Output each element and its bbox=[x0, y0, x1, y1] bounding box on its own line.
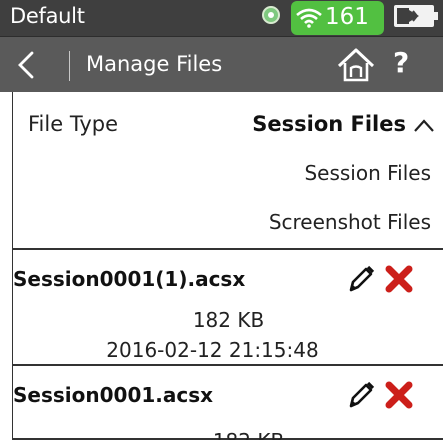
wifi-count: 161 bbox=[325, 4, 369, 30]
file-type-option-session[interactable]: Session Files bbox=[304, 161, 431, 185]
link-status-icon bbox=[262, 6, 280, 24]
file-date: 2016-02-12 21:15:48 bbox=[106, 338, 319, 362]
pencil-icon[interactable] bbox=[346, 380, 376, 410]
file-type-option-screenshot[interactable]: Screenshot Files bbox=[269, 210, 431, 234]
wifi-icon bbox=[296, 8, 322, 28]
file-type-select[interactable]: Session Files bbox=[252, 112, 406, 136]
nav-divider bbox=[69, 51, 70, 81]
home-icon[interactable] bbox=[336, 46, 376, 84]
page-title: Manage Files bbox=[86, 52, 223, 76]
file-type-label: File Type bbox=[28, 112, 119, 136]
battery-icon bbox=[394, 5, 438, 27]
help-button[interactable]: ? bbox=[393, 46, 409, 79]
file-manager-content: File Type Session Files Session Files Sc… bbox=[12, 92, 443, 440]
file-size: 182 KB bbox=[192, 308, 265, 332]
back-icon[interactable] bbox=[12, 49, 42, 81]
pencil-icon[interactable] bbox=[346, 264, 376, 294]
status-bar: Default 161 bbox=[0, 0, 443, 36]
file-row[interactable]: Session0001.acsx 182 KB bbox=[13, 366, 443, 440]
file-row[interactable]: Session0001(1).acsx 182 KB 2016-02-12 21… bbox=[13, 248, 443, 366]
close-icon[interactable] bbox=[385, 265, 413, 293]
close-icon[interactable] bbox=[385, 381, 413, 409]
chevron-up-icon[interactable] bbox=[412, 116, 436, 134]
file-name: Session0001(1).acsx bbox=[13, 267, 246, 291]
wifi-badge[interactable]: 161 bbox=[291, 1, 384, 35]
file-name: Session0001.acsx bbox=[13, 383, 214, 407]
file-size: 182 KB bbox=[33, 429, 443, 440]
profile-name: Default bbox=[10, 4, 85, 28]
nav-bar: Manage Files ? bbox=[0, 36, 443, 92]
